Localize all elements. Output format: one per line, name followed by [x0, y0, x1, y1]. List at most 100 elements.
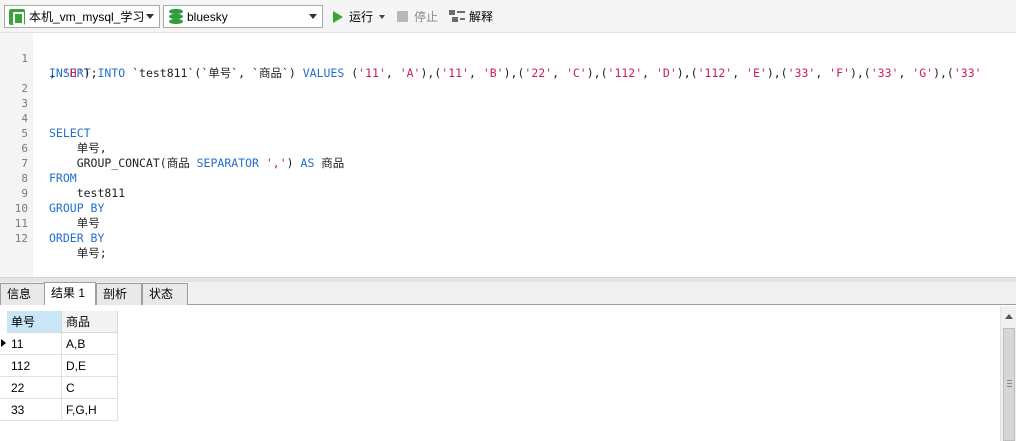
string-literal: '112' — [607, 66, 643, 80]
chevron-down-icon[interactable] — [146, 14, 154, 19]
punct: , — [385, 66, 400, 80]
explain-button[interactable]: 解释 — [449, 8, 493, 25]
current-row-pointer-icon — [1, 339, 6, 347]
column-header[interactable]: 单号 — [7, 311, 62, 333]
run-button[interactable]: 运行 — [333, 8, 386, 25]
string-literal: 'C' — [565, 66, 587, 80]
code-text: 商品 — [314, 156, 345, 170]
stop-icon — [397, 11, 408, 22]
code-line-9[interactable]: 9 GROUP BY — [0, 171, 104, 215]
code-line-8[interactable]: 8 test811 — [0, 156, 125, 200]
string-literal: 'D' — [656, 66, 677, 80]
row-selector[interactable] — [0, 377, 7, 399]
row-selector[interactable] — [0, 355, 7, 377]
table-cell[interactable]: 11 — [7, 333, 62, 355]
chevron-down-icon[interactable] — [309, 14, 317, 19]
result-grid: 单号 商品 11 A,B 112 D,E 22 C 33 F,G,H — [0, 306, 1000, 441]
tab-info[interactable]: 信息 — [0, 283, 45, 305]
database-select[interactable]: bluesky — [163, 5, 323, 28]
code-text: 单号 — [49, 216, 100, 230]
tab-label: 结果 1 — [51, 286, 86, 300]
table-cell[interactable]: 112 — [7, 355, 62, 377]
punct: ( — [344, 66, 359, 80]
string-literal: 'H' — [62, 66, 84, 80]
punct: , — [815, 66, 830, 80]
code-line-2[interactable]: 2 — [0, 66, 28, 95]
punct — [259, 156, 266, 170]
code-line-5[interactable]: 5 单号, — [0, 111, 106, 155]
table-cell[interactable]: F,G,H — [62, 399, 118, 421]
tab-label: 信息 — [7, 287, 32, 301]
punct: ),( — [676, 66, 698, 80]
table-ref: `test811`(`单号`, `商品`) — [125, 66, 303, 80]
punct: , — [552, 66, 566, 80]
punct: ),( — [849, 66, 871, 80]
table-cell[interactable]: D,E — [62, 355, 118, 377]
sql-keyword: AS — [300, 156, 315, 170]
code-text: GROUP_CONCAT(商品 — [49, 156, 197, 170]
punct: , — [49, 66, 63, 80]
punct: ),( — [586, 66, 608, 80]
sql-editor[interactable]: 1 INSERT INTO `test811`(`单号`, `商品`) VALU… — [0, 33, 1016, 277]
punct: , — [642, 66, 656, 80]
stop-button[interactable]: 停止 — [397, 8, 438, 25]
table-cell[interactable]: 22 — [7, 377, 62, 399]
string-literal: 'E' — [746, 66, 767, 80]
tab-profile[interactable]: 剖析 — [96, 283, 142, 305]
table-cell[interactable]: A,B — [62, 333, 118, 355]
code-line-1[interactable]: 1 INSERT INTO `test811`(`单号`, `商品`) VALU… — [0, 36, 981, 80]
code-line-3[interactable]: 3 — [0, 81, 28, 110]
connection-select[interactable]: 本机_vm_mysql_学习 — [4, 5, 160, 28]
string-literal: '33' — [870, 66, 899, 80]
string-literal: 'F' — [829, 66, 850, 80]
explain-icon — [449, 9, 465, 24]
database-icon — [169, 8, 183, 25]
connection-icon — [9, 8, 25, 25]
punct: ),( — [766, 66, 788, 80]
table-cell[interactable]: 33 — [7, 399, 62, 421]
code-text: 单号; — [49, 246, 107, 260]
code-line-4[interactable]: 4 SELECT — [0, 96, 90, 140]
sql-keyword: VALUES — [302, 66, 345, 80]
run-options-chevron-icon[interactable] — [379, 14, 386, 19]
string-literal: 'G' — [912, 66, 934, 80]
code-line-7[interactable]: 7 FROM — [0, 141, 76, 185]
sql-keyword: GROUP BY — [49, 201, 105, 215]
code-line-6[interactable]: 6 GROUP_CONCAT(商品 SEPARATOR ',') AS 商品 — [0, 126, 344, 170]
code-line-10[interactable]: 10 单号 — [0, 186, 100, 230]
scroll-up-icon[interactable] — [1005, 314, 1013, 319]
code-line-12[interactable]: 12 单号; — [0, 216, 107, 260]
punct: , — [468, 66, 483, 80]
scroll-thumb[interactable] — [1003, 328, 1015, 441]
code-line-1-wrap[interactable]: , 'H'); — [0, 51, 98, 80]
code-text: 单号, — [49, 141, 107, 155]
string-literal: 'A' — [399, 66, 421, 80]
punct: ),( — [503, 66, 525, 80]
string-literal: '22' — [524, 66, 553, 80]
database-name: bluesky — [187, 9, 228, 24]
string-literal: '11' — [358, 66, 386, 80]
tab-label: 状态 — [149, 287, 174, 301]
vertical-scrollbar[interactable] — [1000, 306, 1016, 441]
string-literal: '11' — [441, 66, 469, 80]
row-selector[interactable] — [0, 333, 7, 355]
tab-result-1[interactable]: 结果 1 — [44, 282, 96, 305]
punct: , — [898, 66, 913, 80]
code-text: test811 — [49, 186, 126, 200]
explain-label: 解释 — [469, 10, 494, 24]
toolbar: 本机_vm_mysql_学习 bluesky 运行 停止 解释 — [0, 0, 1016, 33]
row-selector[interactable] — [0, 399, 7, 421]
sql-keyword: SEPARATOR — [196, 156, 259, 170]
column-header[interactable]: 商品 — [62, 311, 118, 333]
line-number: 12 — [14, 232, 28, 245]
string-literal: '33' — [953, 66, 982, 80]
code-line-11[interactable]: 11 ORDER BY — [0, 201, 105, 245]
string-literal: '112' — [697, 66, 733, 80]
tab-label: 剖析 — [103, 287, 128, 301]
stop-label: 停止 — [414, 10, 439, 24]
table-cell[interactable]: C — [62, 377, 118, 399]
sql-keyword: SELECT — [49, 126, 91, 140]
sql-keyword: FROM — [49, 171, 77, 185]
tab-status[interactable]: 状态 — [142, 283, 188, 305]
punct: , — [732, 66, 747, 80]
